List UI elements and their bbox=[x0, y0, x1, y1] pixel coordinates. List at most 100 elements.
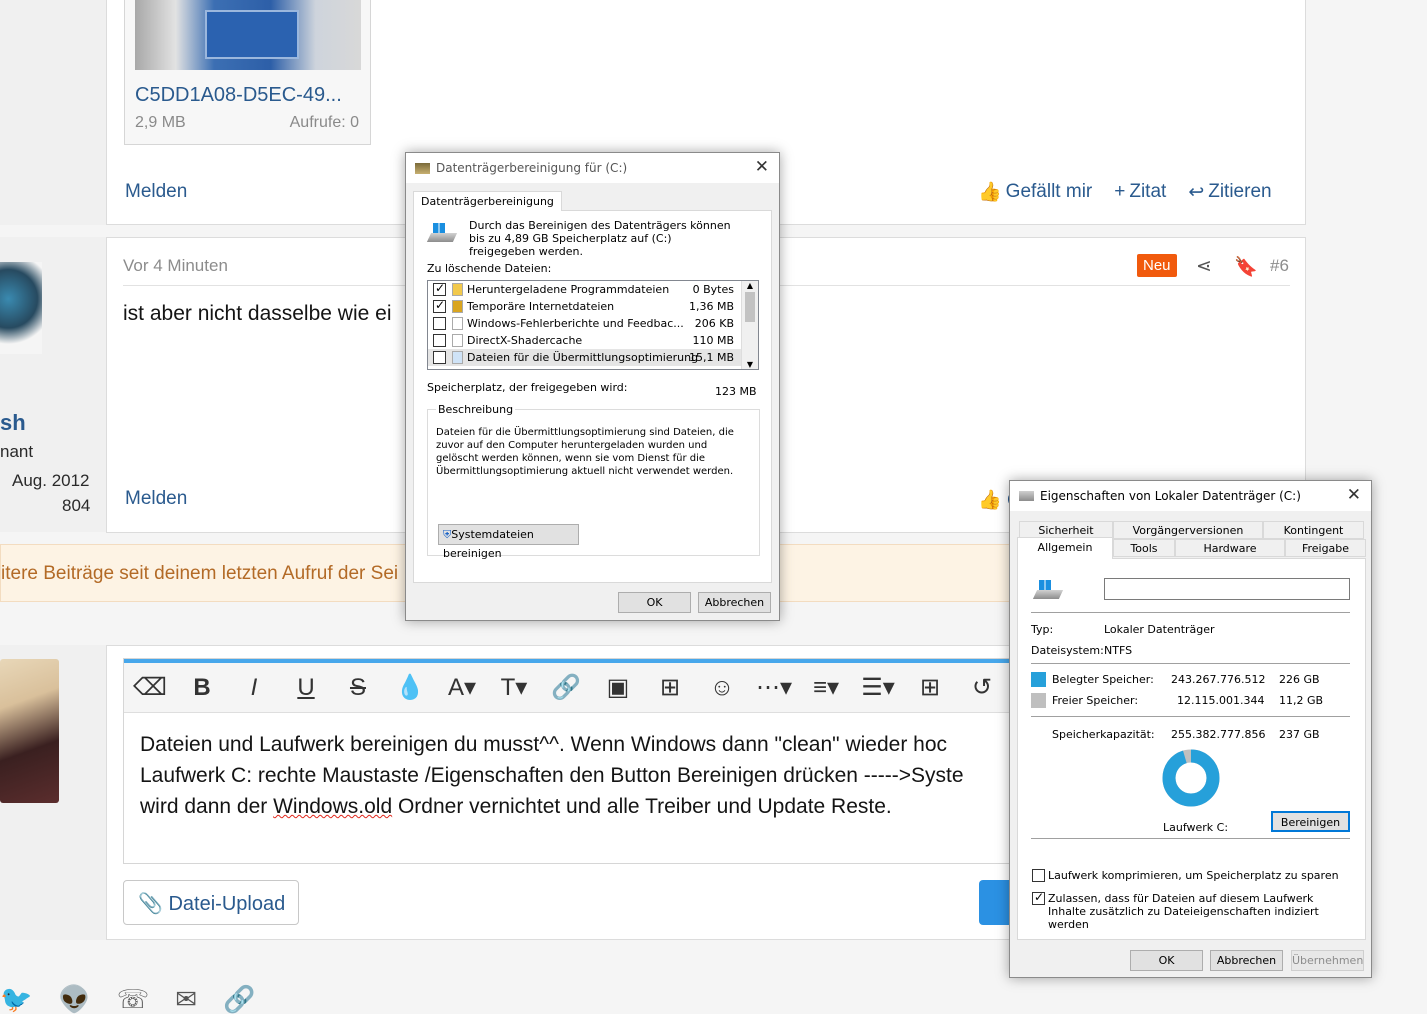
thumbs-up-icon: 👍 bbox=[978, 182, 1002, 203]
description-text: Dateien für die Übermittlungsoptimierung… bbox=[436, 427, 734, 477]
index-option[interactable]: Zulassen, dass für Dateien auf diesem La… bbox=[1032, 890, 1352, 931]
underline-icon[interactable]: U bbox=[280, 674, 332, 702]
tab-previous-versions[interactable]: Vorgängerversionen bbox=[1113, 521, 1263, 539]
file-upload-label: Datei-Upload bbox=[168, 893, 286, 915]
drive-icon bbox=[1032, 580, 1064, 600]
ok-button[interactable]: OK bbox=[618, 592, 691, 613]
username[interactable]: sh bbox=[0, 410, 26, 436]
file-name: DirectX-Shadercache bbox=[467, 334, 583, 347]
avatar[interactable] bbox=[0, 659, 59, 803]
editor-toolbar: ⌫ B I U S 💧 A▾ T▾ 🔗 ▣ ⊞ ☺ ⋯▾ ≡▾ ☰▾ ⊞ ↺ bbox=[124, 659, 1012, 713]
post-time[interactable]: Vor 4 Minuten bbox=[123, 256, 228, 276]
system-cleanup-button[interactable]: ⛨Systemdateien bereinigen bbox=[438, 524, 579, 560]
usage-donut bbox=[1162, 749, 1220, 807]
share-icon[interactable]: ⋖ bbox=[1196, 255, 1212, 278]
ok-button[interactable]: OK bbox=[1130, 950, 1203, 971]
editor-line-3-a: wird dann der bbox=[140, 795, 274, 818]
compress-option[interactable]: Laufwerk komprimieren, um Speicherplatz … bbox=[1032, 869, 1339, 882]
scroll-up-icon[interactable]: ▲ bbox=[742, 281, 758, 290]
file-checkbox[interactable] bbox=[433, 281, 446, 296]
quote-plus-button[interactable]: + Zitat bbox=[1114, 180, 1166, 204]
file-size: 1,36 MB bbox=[688, 300, 734, 313]
reddit-icon[interactable]: 👽 bbox=[58, 984, 90, 1014]
list-icon[interactable]: ☰▾ bbox=[852, 673, 904, 702]
cancel-button[interactable]: Abbrechen bbox=[1210, 950, 1283, 971]
cancel-button[interactable]: Abbrechen bbox=[698, 592, 771, 613]
like-button[interactable]: 👍 Gefällt mir bbox=[978, 180, 1092, 204]
report-link[interactable]: Melden bbox=[125, 181, 187, 203]
file-checkbox[interactable] bbox=[433, 351, 446, 364]
undo-icon[interactable]: ↺ bbox=[956, 673, 1008, 702]
attachment-card[interactable]: C5DD1A08-D5EC-49... 2,9 MB Aufrufe: 0 bbox=[124, 0, 371, 145]
file-name: Temporäre Internetdateien bbox=[467, 300, 615, 313]
tab-tools[interactable]: Tools bbox=[1113, 539, 1175, 557]
misspelled-word[interactable]: Windows.old bbox=[273, 795, 392, 818]
file-checkbox[interactable] bbox=[433, 334, 446, 347]
link-icon[interactable]: 🔗 bbox=[540, 673, 592, 702]
font-size-icon[interactable]: T▾ bbox=[488, 673, 540, 702]
editor-line-2: Laufwerk C: rechte Maustaste /Eigenschaf… bbox=[140, 764, 964, 787]
cleanup-button[interactable]: Bereinigen bbox=[1271, 811, 1350, 832]
dialog-titlebar[interactable]: Eigenschaften von Lokaler Datenträger (C… bbox=[1010, 481, 1371, 511]
reply-editor[interactable]: ⌫ B I U S 💧 A▾ T▾ 🔗 ▣ ⊞ ☺ ⋯▾ ≡▾ ☰▾ ⊞ ↺ D… bbox=[123, 658, 1013, 864]
color-icon[interactable]: 💧 bbox=[384, 673, 436, 702]
report-link-2[interactable]: Melden bbox=[125, 488, 187, 510]
file-row[interactable]: Temporäre Internetdateien 1,36 MB bbox=[428, 298, 758, 315]
submit-button[interactable] bbox=[979, 880, 1013, 925]
close-icon[interactable]: ✕ bbox=[1347, 485, 1361, 505]
index-checkbox[interactable] bbox=[1032, 890, 1045, 905]
table-icon[interactable]: ⊞ bbox=[904, 673, 956, 702]
reply-quote-button[interactable]: ↩ Zitieren bbox=[1188, 180, 1271, 204]
eraser-icon[interactable]: ⌫ bbox=[124, 673, 176, 702]
font-icon[interactable]: A▾ bbox=[436, 673, 488, 702]
tab-quota[interactable]: Kontingent bbox=[1263, 521, 1364, 539]
more-icon[interactable]: ⋯▾ bbox=[748, 673, 800, 702]
tab-hardware[interactable]: Hardware bbox=[1175, 539, 1285, 557]
files-list[interactable]: Heruntergeladene Programmdateien 0 Bytes T… bbox=[427, 280, 759, 370]
file-upload-button[interactable]: 📎 Datei-Upload bbox=[123, 880, 299, 925]
image-icon[interactable]: ▣ bbox=[592, 673, 644, 702]
twitter-icon[interactable]: 🐦 bbox=[0, 984, 32, 1014]
drive-name-input[interactable] bbox=[1104, 578, 1350, 600]
disk-cleanup-dialog: Datenträgerbereinigung für (C:) ✕ Datent… bbox=[405, 152, 780, 621]
whatsapp-icon[interactable]: ☏ bbox=[117, 984, 150, 1014]
file-checkbox[interactable] bbox=[433, 298, 446, 313]
bold-icon[interactable]: B bbox=[176, 674, 228, 702]
apply-button[interactable]: Übernehmen bbox=[1291, 950, 1364, 971]
file-checkbox[interactable] bbox=[433, 317, 446, 330]
compress-label: Laufwerk komprimieren, um Speicherplatz … bbox=[1048, 869, 1339, 882]
scroll-down-icon[interactable]: ▼ bbox=[742, 360, 758, 369]
used-bytes: 243.267.776.512 bbox=[1171, 673, 1266, 686]
list-scrollbar[interactable]: ▲ ▼ bbox=[741, 281, 758, 369]
link-icon[interactable]: 🔗 bbox=[223, 984, 255, 1014]
emoji-icon[interactable]: ☺ bbox=[696, 674, 748, 702]
bookmark-icon[interactable]: 🔖 bbox=[1234, 255, 1258, 279]
general-panel: Typ: Lokaler Datenträger Dateisystem: NT… bbox=[1017, 558, 1366, 940]
dialog-titlebar[interactable]: Datenträgerbereinigung für (C:) ✕ bbox=[406, 153, 779, 183]
tab-sharing[interactable]: Freigabe bbox=[1285, 539, 1366, 557]
strikethrough-icon[interactable]: S bbox=[332, 674, 384, 702]
attachment-name[interactable]: C5DD1A08-D5EC-49... bbox=[135, 84, 342, 107]
file-row[interactable]: Windows-Fehlerberichte und Feedbac... 206… bbox=[428, 315, 758, 332]
free-color-swatch bbox=[1031, 693, 1046, 708]
file-row[interactable]: Dateien für die Übermittlungsoptimierung… bbox=[428, 349, 758, 366]
align-icon[interactable]: ≡▾ bbox=[800, 673, 852, 702]
file-row[interactable]: Heruntergeladene Programmdateien 0 Bytes bbox=[428, 281, 758, 298]
email-icon[interactable]: ✉ bbox=[175, 984, 197, 1014]
avatar[interactable] bbox=[0, 262, 42, 354]
video-icon[interactable]: ⊞ bbox=[644, 673, 696, 702]
file-row[interactable]: DirectX-Shadercache 110 MB bbox=[428, 332, 758, 349]
tab-cleanup[interactable]: Datenträgerbereinigung bbox=[413, 191, 562, 211]
tab-general[interactable]: Allgemein bbox=[1017, 537, 1113, 559]
file-icon bbox=[452, 334, 463, 347]
scroll-thumb[interactable] bbox=[745, 292, 755, 322]
donut-used-segment bbox=[1162, 749, 1220, 807]
post-number[interactable]: #6 bbox=[1270, 256, 1289, 276]
close-icon[interactable]: ✕ bbox=[755, 157, 769, 177]
editor-text[interactable]: Dateien und Laufwerk bereinigen du musst… bbox=[124, 713, 1012, 838]
compress-checkbox[interactable] bbox=[1032, 869, 1045, 882]
italic-icon[interactable]: I bbox=[228, 674, 280, 702]
drive-icon bbox=[426, 223, 458, 243]
attachment-thumbnail[interactable] bbox=[135, 0, 361, 70]
capacity-label: Speicherkapazität: bbox=[1052, 728, 1155, 741]
